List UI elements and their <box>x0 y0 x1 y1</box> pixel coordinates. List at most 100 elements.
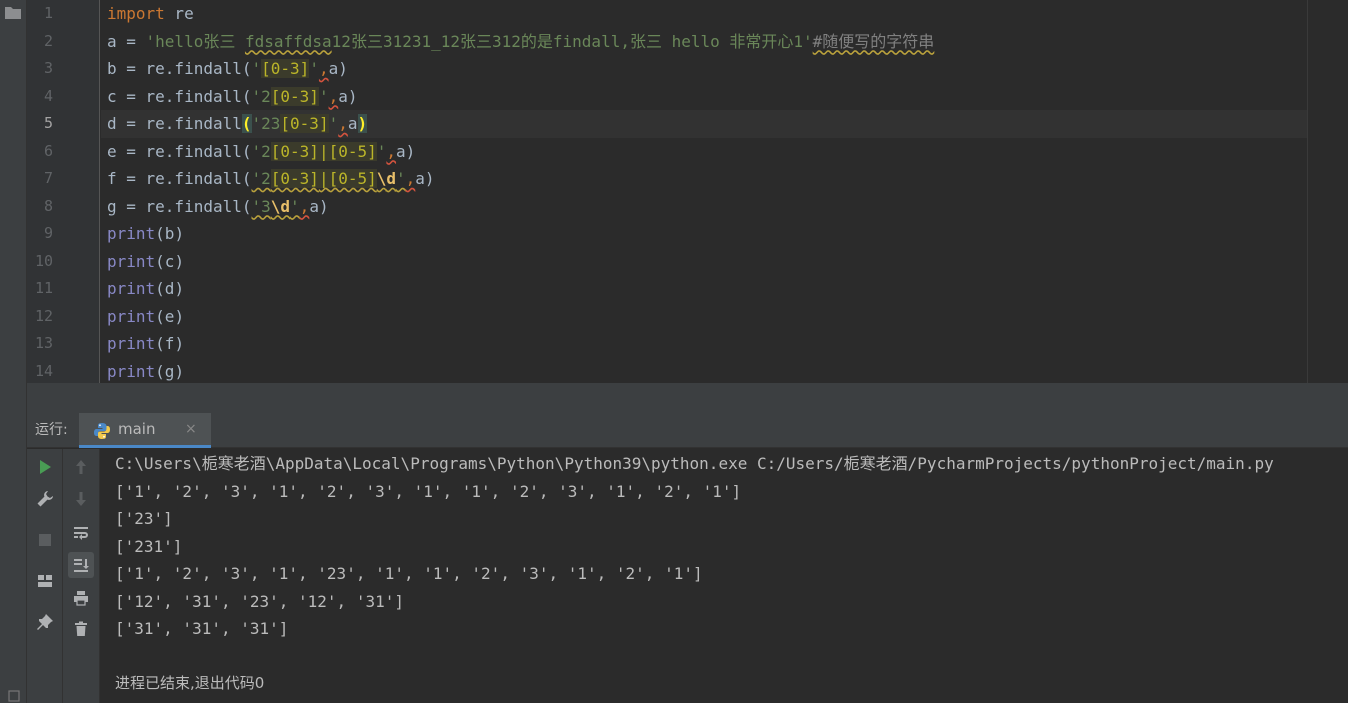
clear-all-button[interactable] <box>68 616 94 642</box>
trash-icon <box>75 621 87 636</box>
code-line[interactable]: a = 'hello张三 fdsaffdsa12张三31231_12张三312的… <box>101 28 1307 56</box>
line-number: 7 <box>43 169 53 187</box>
code-line[interactable]: c = re.findall('2[0-3]',a) <box>101 83 1307 111</box>
console-line: ['31', '31', '31'] <box>115 619 289 638</box>
print-icon <box>74 591 88 606</box>
string-token: ' <box>290 196 300 216</box>
code-token: (d) <box>155 279 185 298</box>
code-token: c = re.findall( <box>107 86 252 106</box>
builtin-token: print <box>107 251 156 271</box>
code-token: (e) <box>155 306 185 326</box>
console-output[interactable]: C:\Users\栀寒老酒\AppData\Local\Programs\Pyt… <box>101 449 1348 703</box>
code-token: a) <box>396 141 416 161</box>
rerun-button[interactable] <box>32 454 58 480</box>
code-token: g = re.findall( <box>107 196 252 216</box>
line-number-gutter: 1 2 3 4 5 6 7 8 9 10 11 12 13 14 <box>27 0 100 383</box>
arrow-down-icon <box>76 492 86 506</box>
string-token-typo: fdsaffdsa <box>244 31 332 51</box>
code-line[interactable]: e = re.findall('2[0-3]|[0-5]',a) <box>101 138 1307 166</box>
code-line[interactable]: print(f) <box>101 330 1307 358</box>
code-line[interactable]: import re <box>101 0 1307 28</box>
string-token: ' <box>309 59 319 78</box>
code-line[interactable]: g = re.findall('3\d',a) <box>101 193 1307 221</box>
line-number: 8 <box>43 196 53 215</box>
arrow-up-icon <box>76 460 86 474</box>
line-number: 2 <box>43 31 53 50</box>
code-line[interactable]: print(d) <box>101 275 1307 303</box>
code-token: (c) <box>155 251 185 271</box>
console-command-line[interactable]: C:\Users\栀寒老酒\AppData\Local\Programs\Pyt… <box>115 450 1274 478</box>
string-token: ' <box>318 86 329 106</box>
regex-class-token: [0-5] <box>328 169 377 188</box>
code-line[interactable]: print(e) <box>101 303 1307 331</box>
console-line: ['231'] <box>115 536 183 556</box>
code-token: a) <box>338 86 358 106</box>
string-token: ' <box>251 59 262 78</box>
run-icon <box>40 460 51 474</box>
comma-token: , <box>328 86 339 106</box>
regex-alternation-token: | <box>318 141 329 161</box>
comment-token: #随便写的字符串 <box>812 31 935 51</box>
line-number-current: 5 <box>43 114 53 132</box>
scroll-to-end-button[interactable] <box>68 552 94 578</box>
string-token: '2 <box>251 141 271 161</box>
tab-label: main <box>118 420 156 438</box>
string-token: ' <box>376 141 387 161</box>
regex-escape-token: \d <box>270 196 291 216</box>
code-token: (f) <box>155 334 185 353</box>
code-token: b = re.findall( <box>107 59 252 78</box>
builtin-token: print <box>107 306 156 326</box>
line-number: 12 <box>34 306 53 325</box>
string-token: 'hello张三 <box>145 31 245 51</box>
string-token: ' <box>396 169 406 188</box>
scroll-up-button[interactable] <box>68 454 94 480</box>
restore-layout-button[interactable] <box>32 568 58 594</box>
close-icon[interactable]: × <box>185 413 197 446</box>
run-label: 运行: <box>35 422 68 438</box>
code-token: a) <box>415 169 435 188</box>
pin-tab-button[interactable] <box>32 609 58 635</box>
regex-class-token: [0-3] <box>280 114 329 133</box>
code-editor[interactable]: 1 2 3 4 5 6 7 8 9 10 11 12 13 14 import … <box>27 0 1348 383</box>
console-line: ['23'] <box>115 509 173 528</box>
code-line[interactable]: print(b) <box>101 220 1307 248</box>
string-token: '3 <box>251 196 271 216</box>
code-token: (g) <box>155 361 185 381</box>
regex-class-token: [0-3] <box>261 59 310 78</box>
code-line[interactable]: print(c) <box>101 248 1307 276</box>
code-token: a = <box>107 31 146 51</box>
keyword-token: import <box>107 4 165 23</box>
project-tool-strip <box>0 0 27 703</box>
scroll-down-button[interactable] <box>68 486 94 512</box>
string-token: ' <box>328 114 339 133</box>
comma-token: , <box>338 114 348 133</box>
run-tool-window-header: 运行: main × <box>27 413 1348 448</box>
panel-splitter[interactable] <box>27 383 1348 413</box>
print-button[interactable] <box>68 585 94 611</box>
line-number: 4 <box>43 86 53 105</box>
code-text-area[interactable]: import re a = 'hello张三 fdsaffdsa12张三3123… <box>101 0 1307 383</box>
line-number: 11 <box>34 279 53 297</box>
code-token: a) <box>309 196 329 216</box>
code-token: (b) <box>155 224 185 243</box>
console-line: ['1', '2', '3', '1', '2', '3', '1', '1',… <box>115 481 742 501</box>
regex-class-token: [0-3] <box>270 169 319 188</box>
edit-configuration-button[interactable] <box>32 486 58 512</box>
regex-escape-token: \d <box>376 169 397 188</box>
regex-class-token: [0-3] <box>270 86 319 106</box>
wrench-icon <box>37 491 53 507</box>
code-token: a <box>347 114 358 133</box>
folder-icon[interactable] <box>5 6 21 19</box>
tab-main[interactable]: main × <box>79 413 211 448</box>
code-line[interactable]: print(g) <box>101 358 1307 386</box>
code-line[interactable]: f = re.findall('2[0-3]|[0-5]\d',a) <box>101 165 1307 193</box>
code-token: a) <box>328 59 348 78</box>
stop-button[interactable] <box>32 527 58 553</box>
structure-icon[interactable] <box>8 690 20 702</box>
line-number: 6 <box>43 141 53 160</box>
soft-wrap-button[interactable] <box>68 520 94 546</box>
code-line-current[interactable]: d = re.findall('23[0-3]',a) <box>101 110 1307 138</box>
layout-icon <box>38 575 52 587</box>
code-line[interactable]: b = re.findall('[0-3]',a) <box>101 55 1307 83</box>
right-margin-guide <box>1307 0 1308 383</box>
